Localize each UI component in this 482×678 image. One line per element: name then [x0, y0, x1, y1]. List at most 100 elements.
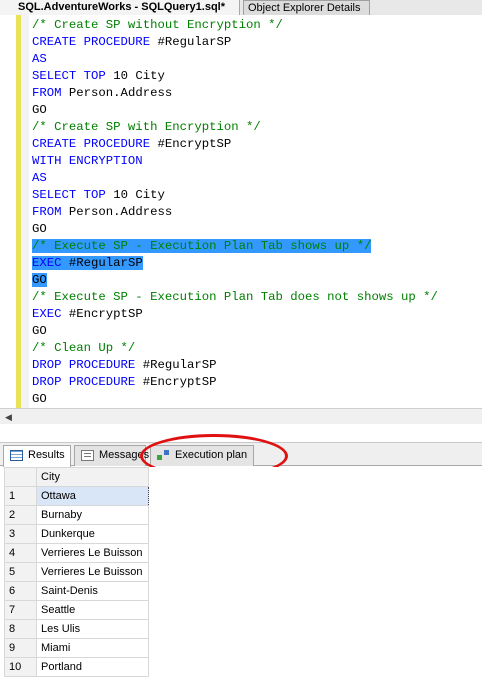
- table-row[interactable]: 3 Dunkerque: [4, 524, 149, 544]
- code-token-ident: GO: [32, 324, 47, 338]
- code-line[interactable]: /* Execute SP - Execution Plan Tab shows…: [32, 238, 438, 255]
- code-token-keyword: AS: [32, 171, 47, 185]
- row-number[interactable]: 3: [4, 524, 37, 544]
- code-token-keyword: SELECT TOP: [32, 188, 114, 202]
- table-row[interactable]: 9 Miami: [4, 638, 149, 658]
- code-token-ident: #EncryptSP: [142, 375, 217, 389]
- code-token-ident: 10 City: [113, 188, 165, 202]
- code-line[interactable]: /* Create SP with Encryption */: [32, 119, 438, 136]
- code-line[interactable]: GO: [32, 323, 438, 340]
- results-grid-area: City 1 Ottawa 2 Burnaby 3 Dunkerque 4 Verrieres…: [0, 467, 482, 678]
- row-number[interactable]: 2: [4, 505, 37, 525]
- code-token-keyword: AS: [32, 52, 47, 66]
- code-line[interactable]: /* Clean Up */: [32, 340, 438, 357]
- code-line[interactable]: SELECT TOP 10 City: [32, 68, 438, 85]
- table-row[interactable]: 6 Saint-Denis: [4, 581, 149, 601]
- code-token-ident: #RegularSP: [142, 358, 217, 372]
- code-line[interactable]: AS: [32, 170, 438, 187]
- code-line[interactable]: GO: [32, 221, 438, 238]
- table-row[interactable]: 1 Ottawa: [4, 486, 149, 506]
- city-cell[interactable]: Dunkerque: [36, 524, 149, 544]
- message-icon: [81, 450, 94, 461]
- code-line[interactable]: CREATE PROCEDURE #EncryptSP: [32, 136, 438, 153]
- editor-horizontal-scrollbar[interactable]: ◀: [0, 408, 482, 424]
- document-tab-strip: SQL.AdventureWorks - SQLQuery1.sql* Obje…: [0, 0, 482, 15]
- table-row[interactable]: 5 Verrieres Le Buisson: [4, 562, 149, 582]
- code-line[interactable]: GO: [32, 391, 438, 408]
- row-number[interactable]: 8: [4, 619, 37, 639]
- code-text[interactable]: /* Create SP without Encryption */ CREATE…: [32, 17, 438, 408]
- sql-editor[interactable]: /* Create SP without Encryption */ CREATE…: [0, 15, 482, 408]
- tab-results[interactable]: Results: [3, 445, 71, 467]
- code-token-comment: /* Execute SP - Execution Plan Tab does …: [32, 290, 438, 304]
- code-token-keyword: EXEC: [32, 256, 69, 270]
- city-cell[interactable]: Saint-Denis: [36, 581, 149, 601]
- code-line[interactable]: GO: [32, 272, 438, 289]
- code-line[interactable]: DROP PROCEDURE #RegularSP: [32, 357, 438, 374]
- grid-corner-header[interactable]: [4, 467, 37, 487]
- code-token-ident: Person.Address: [68, 205, 173, 219]
- code-token-comment: /* Clean Up */: [32, 341, 136, 355]
- code-token-ident: Person.Address: [68, 86, 173, 100]
- city-cell[interactable]: Verrieres Le Buisson: [36, 543, 149, 563]
- code-token-ident: GO: [32, 103, 47, 117]
- grid-icon: [10, 450, 23, 461]
- code-token-keyword: FROM: [32, 86, 69, 100]
- code-token-keyword: FROM: [32, 205, 69, 219]
- code-token-ident: 10 City: [113, 69, 165, 83]
- code-token-ident: GO: [32, 222, 47, 236]
- code-line[interactable]: DROP PROCEDURE #EncryptSP: [32, 374, 438, 391]
- code-line[interactable]: SELECT TOP 10 City: [32, 187, 438, 204]
- tab-messages[interactable]: Messages: [74, 445, 149, 466]
- table-row[interactable]: 4 Verrieres Le Buisson: [4, 543, 149, 563]
- row-number[interactable]: 4: [4, 543, 37, 563]
- row-number[interactable]: 1: [4, 486, 37, 506]
- code-token-ident: #EncryptSP: [157, 137, 232, 151]
- tab-object-explorer-details[interactable]: Object Explorer Details: [243, 0, 370, 15]
- row-number[interactable]: 7: [4, 600, 37, 620]
- code-token-ident: #RegularSP: [157, 35, 232, 49]
- city-cell[interactable]: Seattle: [36, 600, 149, 620]
- scroll-left-icon[interactable]: ◀: [5, 412, 12, 423]
- code-line[interactable]: GO: [32, 102, 438, 119]
- code-token-keyword: CREATE PROCEDURE: [32, 35, 158, 49]
- code-token-ident: #RegularSP: [68, 256, 143, 270]
- city-cell[interactable]: Les Ulis: [36, 619, 149, 639]
- table-row[interactable]: 8 Les Ulis: [4, 619, 149, 639]
- code-token-keyword: SELECT TOP: [32, 69, 114, 83]
- row-number[interactable]: 6: [4, 581, 37, 601]
- tab-results-label: Results: [28, 449, 65, 461]
- editor-gutter: [21, 15, 29, 408]
- code-token-comment: /* Create SP with Encryption */: [32, 120, 261, 134]
- code-line[interactable]: EXEC #RegularSP: [32, 255, 438, 272]
- code-token-keyword: EXEC: [32, 307, 69, 321]
- table-row[interactable]: 7 Seattle: [4, 600, 149, 620]
- row-number[interactable]: 5: [4, 562, 37, 582]
- code-line[interactable]: FROM Person.Address: [32, 85, 438, 102]
- tab-sqlquery1[interactable]: SQL.AdventureWorks - SQLQuery1.sql*: [0, 0, 240, 15]
- row-number[interactable]: 10: [4, 657, 37, 677]
- code-line[interactable]: /* Execute SP - Execution Plan Tab does …: [32, 289, 438, 306]
- code-token-ident: #EncryptSP: [68, 307, 143, 321]
- code-token-comment: /* Create SP without Encryption */: [32, 18, 283, 32]
- results-grid[interactable]: City 1 Ottawa 2 Burnaby 3 Dunkerque 4 Verrieres…: [4, 467, 149, 677]
- code-token-ident: GO: [32, 273, 47, 287]
- code-line[interactable]: WITH ENCRYPTION: [32, 153, 438, 170]
- code-line[interactable]: EXEC #EncryptSP: [32, 306, 438, 323]
- table-row[interactable]: 2 Burnaby: [4, 505, 149, 525]
- city-cell[interactable]: Verrieres Le Buisson: [36, 562, 149, 582]
- city-cell[interactable]: Portland: [36, 657, 149, 677]
- city-cell[interactable]: Miami: [36, 638, 149, 658]
- row-number[interactable]: 9: [4, 638, 37, 658]
- code-line[interactable]: /* Create SP without Encryption */: [32, 17, 438, 34]
- code-token-keyword: CREATE PROCEDURE: [32, 137, 158, 151]
- table-row[interactable]: 10 Portland: [4, 657, 149, 677]
- column-header-city[interactable]: City: [36, 467, 149, 487]
- code-token-keyword: DROP PROCEDURE: [32, 375, 143, 389]
- code-line[interactable]: CREATE PROCEDURE #RegularSP: [32, 34, 438, 51]
- code-token-comment: /* Execute SP - Execution Plan Tab shows…: [32, 239, 372, 253]
- code-line[interactable]: FROM Person.Address: [32, 204, 438, 221]
- city-cell[interactable]: Burnaby: [36, 505, 149, 525]
- city-cell[interactable]: Ottawa: [36, 486, 149, 506]
- code-line[interactable]: AS: [32, 51, 438, 68]
